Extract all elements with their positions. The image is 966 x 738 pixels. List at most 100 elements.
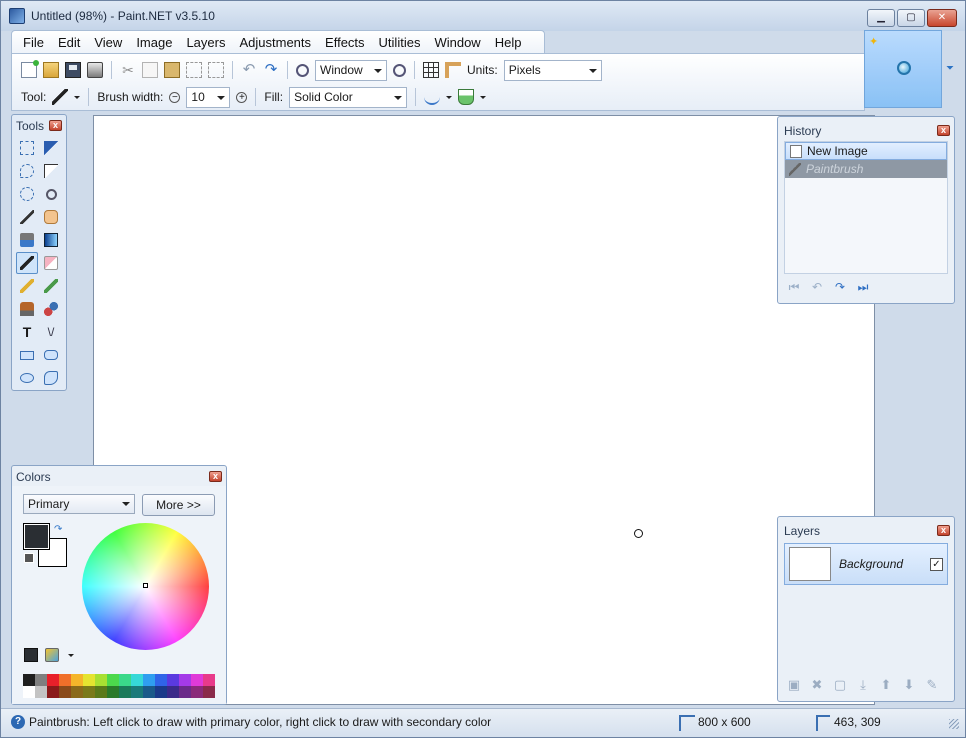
palette-swatch[interactable] [155, 686, 167, 698]
paintbrush-tool[interactable] [16, 252, 38, 274]
palette-swatch[interactable] [71, 686, 83, 698]
alpha-blending-icon[interactable] [458, 89, 475, 105]
palette-swatch[interactable] [83, 686, 95, 698]
palette-swatch[interactable] [143, 686, 155, 698]
primary-color-swatch[interactable] [23, 523, 50, 550]
palette-swatch[interactable] [131, 674, 143, 686]
paintbrush-icon[interactable] [52, 89, 69, 105]
move-selection-tool[interactable] [40, 160, 62, 182]
decrease-width-icon[interactable]: − [169, 91, 181, 103]
palette-swatch[interactable] [119, 674, 131, 686]
image-thumbnails-panel[interactable]: ✦ [864, 30, 942, 108]
palette-swatch[interactable] [131, 686, 143, 698]
palette-swatch[interactable] [35, 674, 47, 686]
chevron-down-icon[interactable]: ⏷ [946, 63, 958, 75]
history-close-button[interactable]: x [937, 125, 950, 136]
tools-close-button[interactable]: x [49, 120, 62, 131]
rectangle-select-tool[interactable] [16, 137, 38, 159]
palette-swatch[interactable] [95, 674, 107, 686]
resize-grip[interactable] [949, 719, 959, 729]
redo-icon[interactable]: ↷ [832, 280, 848, 294]
pencil-tool[interactable] [16, 275, 38, 297]
menu-edit[interactable]: Edit [51, 35, 87, 50]
palette-swatch[interactable] [95, 686, 107, 698]
add-layer-icon[interactable]: ▣ [786, 677, 802, 693]
move-layer-down-icon[interactable]: ⬇ [901, 677, 917, 693]
chevron-down-icon[interactable] [446, 95, 453, 99]
magic-wand-tool[interactable] [16, 206, 38, 228]
minimize-button[interactable]: ▁ [867, 9, 895, 27]
menu-help[interactable]: Help [488, 35, 529, 50]
gradient-tool[interactable] [40, 229, 62, 251]
palette-swatch[interactable] [191, 674, 203, 686]
move-selected-pixels-tool[interactable] [40, 137, 62, 159]
reset-colors-icon[interactable] [24, 553, 34, 563]
menu-window[interactable]: Window [427, 35, 487, 50]
antialiasing-icon[interactable] [424, 89, 441, 105]
palette-swatch[interactable] [203, 674, 215, 686]
color-picker-tool[interactable] [40, 275, 62, 297]
menu-view[interactable]: View [87, 35, 129, 50]
ruler-icon[interactable] [445, 62, 461, 78]
lasso-select-tool[interactable] [16, 160, 38, 182]
ellipse-tool[interactable] [16, 367, 38, 389]
palette-swatch[interactable] [59, 674, 71, 686]
palette-swatch[interactable] [191, 686, 203, 698]
colors-close-button[interactable]: x [209, 471, 222, 482]
merge-layer-down-icon[interactable]: ⤓ [855, 677, 871, 693]
paintnet-app-icon[interactable] [9, 8, 25, 24]
pan-tool[interactable] [40, 206, 62, 228]
clone-stamp-tool[interactable] [16, 298, 38, 320]
palette-swatch[interactable] [107, 686, 119, 698]
palette-swatch[interactable] [83, 674, 95, 686]
copy-icon[interactable] [142, 62, 158, 78]
fast-forward-icon[interactable]: ⏭ [855, 280, 871, 294]
palette-swatch[interactable] [167, 674, 179, 686]
chevron-down-icon[interactable] [68, 654, 74, 657]
text-tool[interactable]: T [16, 321, 38, 343]
recolor-tool[interactable] [40, 298, 62, 320]
crop-to-selection-icon[interactable] [186, 62, 202, 78]
palette-swatch[interactable] [107, 674, 119, 686]
palette-swatch[interactable] [203, 686, 215, 698]
swap-colors-icon[interactable]: ↷ [54, 524, 62, 535]
color-wheel-marker[interactable] [143, 583, 148, 588]
palette-swatch[interactable] [59, 686, 71, 698]
ellipse-select-tool[interactable] [16, 183, 38, 205]
new-image-icon[interactable] [21, 60, 39, 78]
menu-utilities[interactable]: Utilities [372, 35, 428, 50]
maximize-button[interactable]: ▢ [897, 9, 925, 27]
palette-swatch[interactable] [71, 674, 83, 686]
paste-icon[interactable] [164, 62, 180, 78]
palette-swatch[interactable] [35, 686, 47, 698]
menu-image[interactable]: Image [129, 35, 179, 50]
undo-icon[interactable]: ↶ [241, 62, 257, 78]
redo-icon[interactable]: ↷ [263, 62, 279, 78]
menu-effects[interactable]: Effects [318, 35, 372, 50]
palette-swatch[interactable] [167, 686, 179, 698]
layer-row-background[interactable]: Background ✓ [784, 543, 948, 585]
history-item-new-image[interactable]: New Image [785, 142, 947, 160]
cut-icon[interactable]: ✂ [120, 62, 136, 78]
eraser-tool[interactable] [40, 252, 62, 274]
deselect-icon[interactable] [208, 62, 224, 78]
palette-swatch[interactable] [143, 674, 155, 686]
palette-options-icon[interactable] [45, 648, 59, 662]
print-icon[interactable] [87, 62, 103, 78]
menu-adjustments[interactable]: Adjustments [232, 35, 318, 50]
menu-layers[interactable]: Layers [179, 35, 232, 50]
palette-swatch[interactable] [47, 686, 59, 698]
layers-close-button[interactable]: x [937, 525, 950, 536]
rounded-rectangle-tool[interactable] [40, 344, 62, 366]
palette-swatch[interactable] [23, 686, 35, 698]
more-colors-button[interactable]: More >> [142, 494, 215, 516]
increase-width-icon[interactable]: + [236, 91, 248, 103]
history-item-paintbrush[interactable]: Paintbrush [785, 160, 947, 178]
fill-combo[interactable]: Solid Color [289, 86, 408, 108]
brush-width-combo[interactable]: 10 [186, 86, 231, 108]
duplicate-layer-icon[interactable]: ▢ [832, 677, 848, 693]
line-curve-tool[interactable]: \/ [40, 321, 62, 343]
save-icon[interactable] [65, 62, 81, 78]
close-button[interactable]: ✕ [927, 9, 957, 27]
zoom-combo[interactable]: Window [315, 59, 387, 81]
